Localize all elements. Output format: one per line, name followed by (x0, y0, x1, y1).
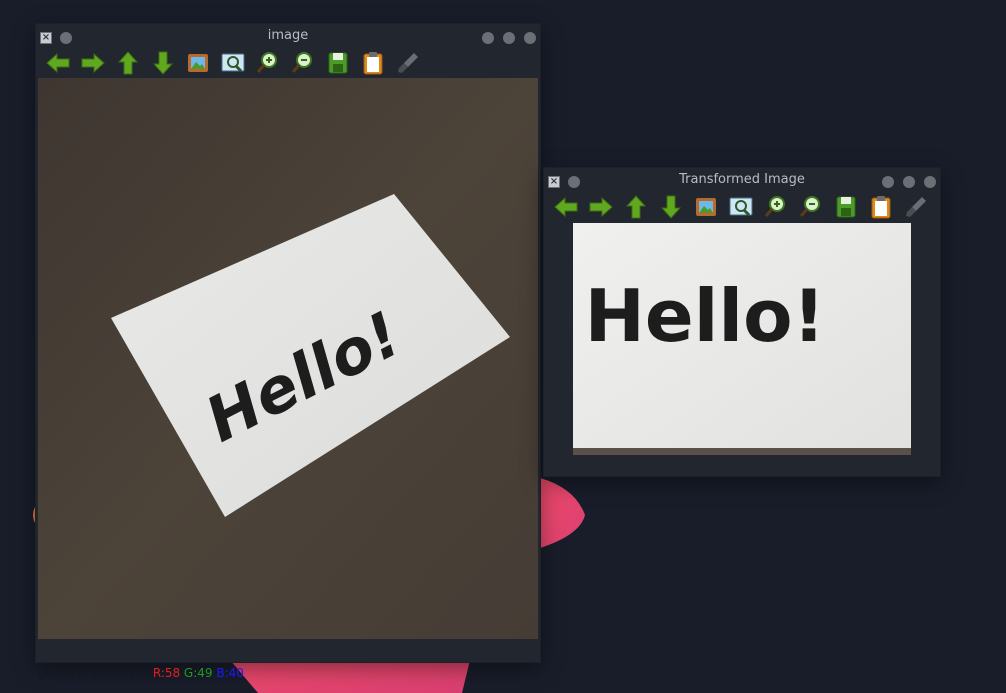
zoom-fit-icon[interactable] (219, 50, 247, 76)
image-icon[interactable] (184, 50, 212, 76)
titlebar[interactable]: × Transformed Image (544, 168, 940, 194)
window-title: image (267, 28, 309, 43)
transformed-image-view[interactable]: Hello! (573, 223, 911, 455)
status-green: G:49 (183, 666, 213, 680)
maximize-button[interactable] (503, 32, 515, 44)
image-window: × image Hello! (x=149, y=157) ~ R:58 G:4… (36, 24, 540, 680)
window-close-button[interactable] (924, 176, 936, 188)
toolbar (36, 50, 540, 76)
image-icon[interactable] (692, 194, 720, 220)
zoom-in-icon[interactable] (762, 194, 790, 220)
transformed-window: × Transformed Image Hello! (544, 168, 940, 476)
status-blue: B:40 (216, 666, 244, 680)
save-icon[interactable] (324, 50, 352, 76)
arrow-right-icon[interactable] (587, 194, 615, 220)
maximize-button[interactable] (903, 176, 915, 188)
arrow-left-icon[interactable] (552, 194, 580, 220)
status-bar: (x=149, y=157) ~ R:58 G:49 B:40 (38, 666, 244, 680)
save-icon[interactable] (832, 194, 860, 220)
titlebar[interactable]: × image (36, 24, 540, 50)
transformed-handwriting: Hello! (585, 274, 826, 358)
arrow-down-icon[interactable] (657, 194, 685, 220)
arrow-up-icon[interactable] (622, 194, 650, 220)
shade-button[interactable] (482, 32, 494, 44)
toolbar (544, 194, 940, 220)
brush-icon[interactable] (394, 50, 422, 76)
clipboard-icon[interactable] (867, 194, 895, 220)
arrow-down-icon[interactable] (149, 50, 177, 76)
photo-paper: Hello! (38, 78, 538, 639)
zoom-out-icon[interactable] (289, 50, 317, 76)
brush-icon[interactable] (902, 194, 930, 220)
transformed-paper: Hello! (573, 223, 911, 455)
shade-button[interactable] (882, 176, 894, 188)
clipboard-icon[interactable] (359, 50, 387, 76)
arrow-right-icon[interactable] (79, 50, 107, 76)
window-close-button[interactable] (524, 32, 536, 44)
image-view[interactable]: Hello! (38, 78, 538, 639)
status-red: R:58 (152, 666, 181, 680)
window-title: Transformed Image (679, 172, 805, 187)
arrow-left-icon[interactable] (44, 50, 72, 76)
arrow-up-icon[interactable] (114, 50, 142, 76)
zoom-fit-icon[interactable] (727, 194, 755, 220)
zoom-in-icon[interactable] (254, 50, 282, 76)
status-coords: (x=149, y=157) ~ (38, 666, 149, 680)
zoom-out-icon[interactable] (797, 194, 825, 220)
